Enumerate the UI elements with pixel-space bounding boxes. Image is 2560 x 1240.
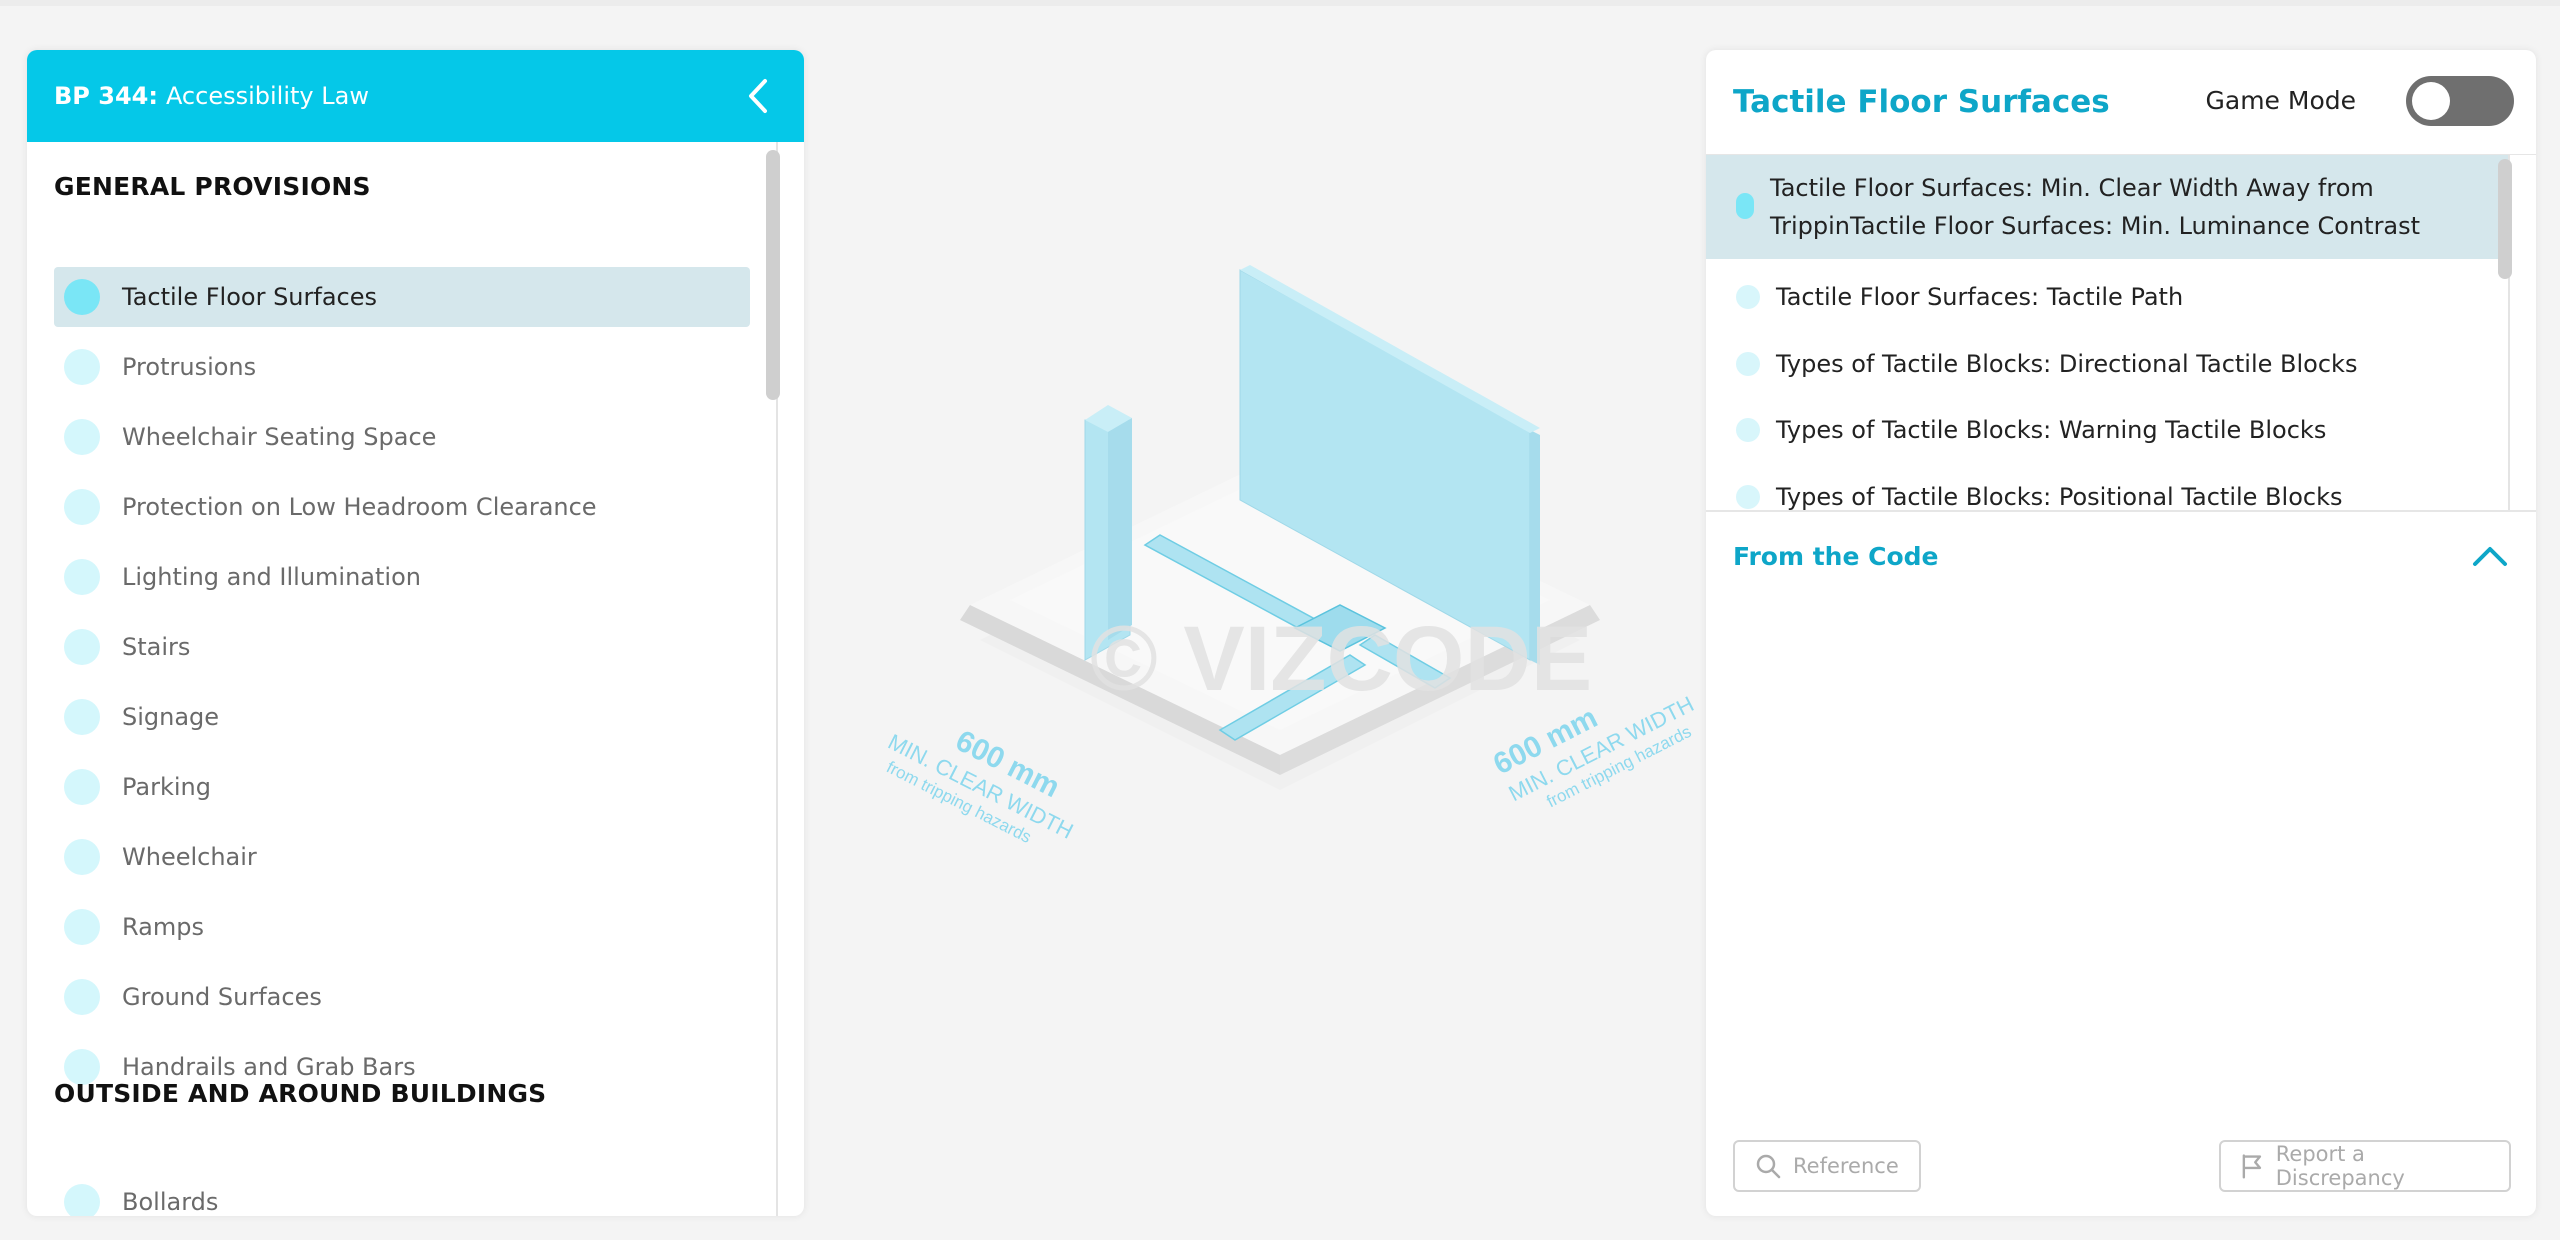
nav-item-label: Stairs (122, 633, 191, 661)
section-divider (1706, 510, 2536, 512)
nav-dot (64, 699, 100, 735)
nav-dot (64, 279, 100, 315)
topic-list: Tactile Floor Surfaces: Min. Clear Width… (1706, 154, 2536, 510)
chapter-title: BP 344: Accessibility Law (54, 82, 369, 110)
chapter-code: BP 344: (54, 82, 158, 110)
topic-title: Tactile Floor Surfaces (1733, 84, 2110, 120)
topic-label: Types of Tactile Blocks: Positional Tact… (1776, 483, 2343, 510)
nav-item-low-headroom-clearance[interactable]: Protection on Low Headroom Clearance (54, 477, 750, 537)
topic-label: Types of Tactile Blocks: Directional Tac… (1776, 350, 2358, 378)
topic-item-clear-width[interactable]: Tactile Floor Surfaces: Min. Clear Width… (1706, 155, 2510, 259)
topic-panel: Tactile Floor Surfaces Game Mode Tactile… (1706, 50, 2536, 1216)
nav-item-bollards[interactable]: Bollards (54, 1172, 750, 1216)
topic-label: Tactile Floor Surfaces: Tactile Path (1776, 283, 2184, 311)
topic-item-directional-blocks[interactable]: Types of Tactile Blocks: Directional Tac… (1706, 336, 2510, 392)
nav-dot (64, 629, 100, 665)
topic-item-warning-blocks[interactable]: Types of Tactile Blocks: Warning Tactile… (1706, 402, 2510, 458)
nav-item-label: Bollards (122, 1188, 219, 1216)
flag-icon (2242, 1154, 2262, 1179)
topic-dot (1736, 485, 1760, 509)
tactile-floor-illustration: © VIZCODE 600 mm MIN. CLEAR WIDTH from t… (883, 265, 1698, 847)
nav-dot (64, 419, 100, 455)
topic-header: Tactile Floor Surfaces Game Mode (1706, 50, 2536, 154)
top-strip (0, 0, 2560, 6)
search-icon (1756, 1154, 1781, 1179)
nav-item-label: Wheelchair (122, 843, 257, 871)
topic-dot (1736, 352, 1760, 376)
topic-item-tactile-path[interactable]: Tactile Floor Surfaces: Tactile Path (1706, 269, 2510, 325)
section-heading-outside-buildings: OUTSIDE AND AROUND BUILDINGS (54, 1079, 547, 1108)
topic-label: Types of Tactile Blocks: Warning Tactile… (1776, 416, 2327, 444)
nav-item-label: Tactile Floor Surfaces (122, 283, 377, 311)
nav-dot (64, 1184, 100, 1216)
nav-dot (64, 769, 100, 805)
nav-item-label: Ramps (122, 913, 204, 941)
topic-item-positional-blocks[interactable]: Types of Tactile Blocks: Positional Tact… (1706, 469, 2510, 510)
from-the-code-heading: From the Code (1733, 542, 1939, 571)
nav-dot (64, 979, 100, 1015)
topic-dot (1736, 285, 1760, 309)
game-mode-toggle[interactable] (2406, 76, 2514, 126)
nav-item-ground-surfaces[interactable]: Ground Surfaces (54, 967, 750, 1027)
report-discrepancy-button[interactable]: Report a Discrepancy (2219, 1140, 2511, 1192)
nav-item-label: Protection on Low Headroom Clearance (122, 493, 597, 521)
reference-button[interactable]: Reference (1733, 1140, 1921, 1192)
dimension-left: 600 mm MIN. CLEAR WIDTH from tripping ha… (883, 724, 1077, 847)
nav-item-label: Protrusions (122, 353, 257, 381)
pillar-side (1108, 418, 1132, 640)
nav-item-tactile-floor-surfaces[interactable]: Tactile Floor Surfaces (54, 267, 750, 327)
nav-scrollbar-thumb[interactable] (766, 150, 780, 400)
nav-item-stairs[interactable]: Stairs (54, 617, 750, 677)
nav-item-label: Lighting and Illumination (122, 563, 421, 591)
nav-item-signage[interactable]: Signage (54, 687, 750, 747)
nav-item-parking[interactable]: Parking (54, 757, 750, 817)
nav-item-label: Handrails and Grab Bars (122, 1053, 416, 1081)
nav-item-ramps[interactable]: Ramps (54, 897, 750, 957)
watermark-text: © VIZCODE (1090, 608, 1592, 710)
from-the-code-toggle[interactable] (2468, 534, 2512, 578)
nav-dot (64, 489, 100, 525)
nav-item-wheelchair-seating-space[interactable]: Wheelchair Seating Space (54, 407, 750, 467)
nav-item-lighting-and-illumination[interactable]: Lighting and Illumination (54, 547, 750, 607)
chapter-header: BP 344: Accessibility Law (27, 50, 804, 142)
section-heading-general-provisions: GENERAL PROVISIONS (54, 172, 371, 201)
topic-dot (1736, 193, 1754, 219)
collapse-panel-button[interactable] (738, 76, 778, 116)
nav-item-label: Signage (122, 703, 220, 731)
topic-dot (1736, 418, 1760, 442)
nav-item-label: Parking (122, 773, 211, 801)
nav-item-protrusions[interactable]: Protrusions (54, 337, 750, 397)
toggle-knob (2412, 82, 2450, 120)
nav-dot (64, 349, 100, 385)
chevron-up-icon (2473, 547, 2507, 566)
report-label: Report a Discrepancy (2275, 1142, 2405, 1190)
nav-item-wheelchair[interactable]: Wheelchair (54, 827, 750, 887)
game-mode-label: Game Mode (2205, 86, 2357, 115)
nav-dot (64, 839, 100, 875)
nav-item-label: Wheelchair Seating Space (122, 423, 437, 451)
nav-item-label: Ground Surfaces (122, 983, 322, 1011)
chapter-name: Accessibility Law (165, 82, 369, 110)
nav-dot (64, 559, 100, 595)
chapter-nav: GENERAL PROVISIONS Tactile Floor Surface… (27, 142, 804, 1216)
topic-label: Tactile Floor Surfaces: Min. Clear Width… (1770, 174, 2421, 240)
chapter-panel: BP 344: Accessibility Law GENERAL PROVISI… (27, 50, 804, 1216)
nav-dot (64, 909, 100, 945)
reference-label: Reference (1793, 1154, 1899, 1178)
chevron-left-icon (749, 79, 767, 113)
topic-scrollbar-thumb[interactable] (2498, 159, 2512, 279)
